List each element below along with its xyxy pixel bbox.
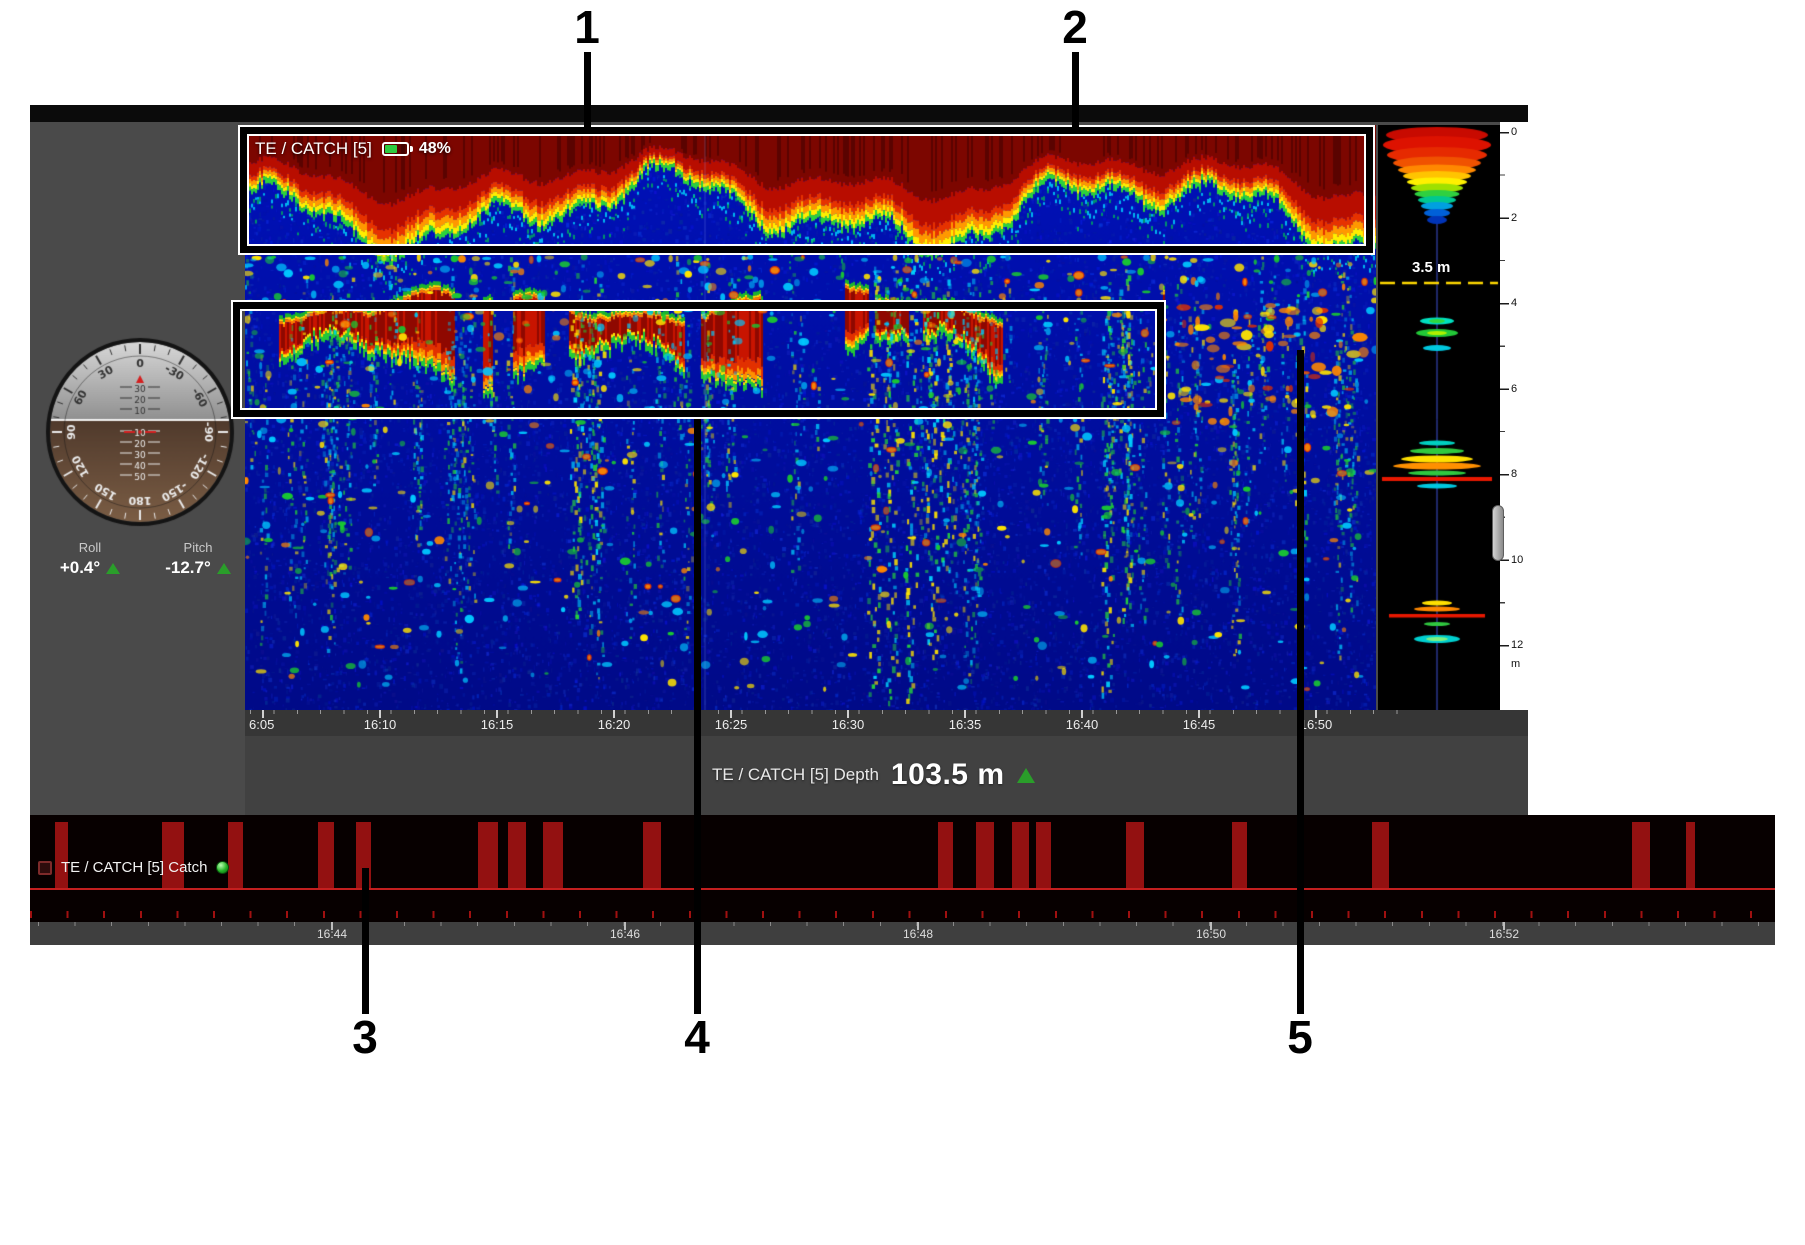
callout-2-line bbox=[1072, 52, 1079, 127]
time-tick-label: 16:48 bbox=[902, 927, 934, 941]
ascope-canvas bbox=[1378, 125, 1500, 710]
time-tick-label: 16:44 bbox=[316, 927, 348, 941]
depth-scale-label: 4 bbox=[1511, 297, 1518, 309]
time-tick-label: 16:25 bbox=[714, 717, 748, 732]
depth-trend-up-icon bbox=[1016, 767, 1035, 783]
time-tick-label: 16:10 bbox=[363, 717, 397, 732]
pitch-value: -12.7° bbox=[165, 558, 211, 577]
ascope-panel: 3.5 m bbox=[1378, 125, 1500, 710]
pitch-trend-up-icon bbox=[216, 562, 231, 574]
depth-scale-label: 12 bbox=[1511, 639, 1524, 651]
catch-baseline bbox=[30, 888, 1775, 890]
depth-readout: TE / CATCH [5] Depth 103.5 m bbox=[712, 758, 1035, 792]
depth-value: 103.5 m bbox=[890, 758, 1005, 791]
pitch-readout: Pitch -12.7° bbox=[146, 540, 250, 578]
time-tick-label: 6:05 bbox=[249, 717, 275, 732]
depth-scale-label: 2 bbox=[1511, 211, 1518, 224]
catch-event-bar bbox=[1126, 822, 1144, 888]
attitude-dial-canvas bbox=[45, 337, 235, 527]
time-tick-label: 16:52 bbox=[1488, 927, 1520, 941]
catch-sensor-legend: TE / CATCH [5] Catch bbox=[38, 859, 230, 876]
time-tick-label: 16:46 bbox=[609, 927, 641, 941]
catch-event-bar bbox=[1632, 822, 1650, 888]
depth-marker-label: 3.5 m bbox=[1412, 259, 1451, 276]
catch-event-bar bbox=[162, 822, 184, 888]
depth-scale-label: 8 bbox=[1511, 468, 1518, 480]
catch-sensor-swatch-icon bbox=[38, 860, 52, 875]
roll-label: Roll bbox=[78, 540, 102, 555]
catch-bars bbox=[30, 815, 1775, 922]
time-tick-label: 16:15 bbox=[480, 717, 514, 732]
callout-4-label: 4 bbox=[684, 1011, 710, 1063]
depth-scale-ticks bbox=[1500, 132, 1510, 672]
catch-time-axis: 16:44 16:46 16:48 16:50 16:52 bbox=[30, 922, 1775, 945]
time-tick-label: 16:20 bbox=[597, 717, 631, 732]
status-ok-dot-icon bbox=[216, 861, 230, 874]
callout-5-line bbox=[1297, 350, 1304, 1014]
catch-event-bar bbox=[976, 822, 994, 888]
callout-2-label: 2 bbox=[1062, 1, 1088, 53]
annotation-box-surface-layer bbox=[240, 127, 1373, 253]
depth-label: TE / CATCH [5] Depth bbox=[712, 765, 879, 784]
catch-minor-ticks bbox=[30, 911, 1775, 918]
roll-trend-up-icon bbox=[106, 562, 121, 574]
catch-event-bar bbox=[1012, 822, 1029, 888]
callout-1-label: 1 bbox=[574, 1, 600, 53]
catch-event-bar bbox=[1372, 822, 1389, 888]
callout-1-line bbox=[584, 52, 591, 127]
callout-4-line bbox=[694, 419, 701, 1014]
depth-scale: 0 2 4 6 8 10 12 m bbox=[1500, 122, 1528, 712]
callout-5-label: 5 bbox=[1287, 1011, 1313, 1063]
annotated-screenshot: Roll +0.4° Pitch -12.7° TE / CATCH [5] 4… bbox=[0, 0, 1805, 1245]
time-tick-label: 16:45 bbox=[1182, 717, 1216, 732]
pitch-label: Pitch bbox=[183, 540, 213, 555]
time-tick-label: 16:30 bbox=[831, 717, 865, 732]
time-tick-label: 16:40 bbox=[1065, 717, 1099, 732]
depth-scale-label: 10 bbox=[1511, 553, 1524, 566]
time-tick-label: 16:50 bbox=[1195, 927, 1227, 941]
catch-event-bar bbox=[55, 822, 68, 888]
depth-scale-scrollbar[interactable] bbox=[1492, 505, 1504, 561]
catch-event-bar bbox=[478, 822, 498, 888]
catch-sensor-strip: TE / CATCH [5] Catch bbox=[30, 815, 1775, 922]
callout-3-label: 3 bbox=[352, 1011, 378, 1063]
catch-event-bar bbox=[318, 822, 334, 888]
annotation-box-fish-school bbox=[233, 302, 1164, 417]
catch-sensor-label: TE / CATCH [5] Catch bbox=[61, 859, 208, 876]
catch-event-bar bbox=[1036, 822, 1051, 888]
depth-scale-label: 6 bbox=[1511, 382, 1518, 395]
catch-event-bar bbox=[228, 822, 243, 888]
catch-event-bar bbox=[643, 822, 661, 888]
depth-scale-label: 0 bbox=[1511, 126, 1518, 138]
time-tick-label: 16:35 bbox=[948, 717, 982, 732]
time-tick-label: 16:50 bbox=[1299, 717, 1333, 732]
catch-event-bar bbox=[508, 822, 526, 888]
catch-event-bar bbox=[543, 822, 563, 888]
callout-3-line bbox=[362, 868, 369, 1014]
echogram-time-axis: 6:05 16:10 16:15 16:20 16:25 16:30 16:35… bbox=[245, 710, 1528, 736]
roll-readout: Roll +0.4° bbox=[38, 540, 142, 578]
catch-event-bar bbox=[938, 822, 953, 888]
window-titlebar bbox=[30, 105, 1528, 122]
catch-event-bar bbox=[1686, 822, 1695, 888]
catch-event-bar bbox=[1232, 822, 1247, 888]
depth-scale-unit: m bbox=[1511, 658, 1521, 670]
roll-value: +0.4° bbox=[59, 558, 101, 577]
